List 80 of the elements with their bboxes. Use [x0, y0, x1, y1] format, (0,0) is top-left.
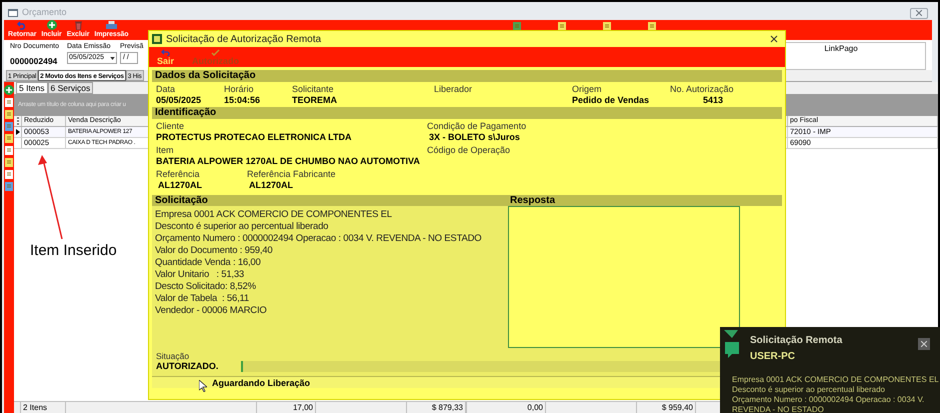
field-value: AL1270AL	[158, 180, 202, 191]
section-header: Identificação	[152, 107, 782, 119]
row-pointer-icon	[16, 129, 20, 135]
field-value: PROTECTUS PROTECAO ELETRONICA LTDA	[156, 132, 352, 143]
request-line: Valor de Tabela : 56,11	[155, 293, 249, 305]
undo-icon	[161, 49, 170, 56]
total-cell: $ 959,40	[636, 402, 696, 413]
field-label: Origem	[572, 84, 602, 95]
host-name: USER-PC	[750, 351, 796, 363]
field-label: Liberador	[434, 84, 472, 95]
column-menu-icon[interactable]	[14, 116, 22, 126]
field-label: Item	[156, 145, 174, 156]
total-cell: $ 879,33	[406, 402, 466, 413]
field-value: 15:04:56	[224, 95, 260, 106]
field-label: Referência	[156, 169, 200, 180]
field-label: Horário	[224, 84, 254, 95]
request-line: Valor Unitario : 51,33	[155, 269, 244, 281]
request-line: Desconto é superior ao percentual liberado	[155, 221, 328, 233]
document-icon[interactable]	[5, 146, 13, 155]
field-value: 3X - BOLETO s\Juros	[429, 132, 520, 143]
undo-icon	[17, 21, 28, 30]
window-title: Orçamento	[22, 6, 67, 20]
request-line: Vendedor - 00006 MARCIO	[155, 305, 267, 317]
tab[interactable]: 6 Serviços	[48, 82, 94, 94]
document-icon[interactable]	[5, 158, 13, 167]
field-label: Situação	[156, 351, 190, 361]
document-icon[interactable]	[5, 134, 13, 143]
window-title: Solicitação de Autorização Remota	[166, 32, 322, 46]
request-line: Descto Solicitado: 8,52%	[155, 281, 256, 293]
response-field[interactable]	[508, 206, 740, 348]
field-value: Pedido de Vendas	[572, 95, 650, 106]
document-number: 0000002494	[10, 55, 58, 67]
tab[interactable]: 5 Itens	[16, 82, 48, 94]
field-value: BATERIA ALPOWER 1270AL DE CHUMBO NAO AUTOMOTIVA	[156, 156, 420, 167]
close-icon	[916, 10, 922, 16]
request-line: Valor do Documento : 959,40	[155, 245, 272, 257]
field-label: Data	[156, 84, 176, 95]
section-header: Resposta	[509, 195, 556, 206]
field-value: AUTORIZADO.	[156, 361, 220, 372]
item-count: 2 Itens	[20, 402, 66, 413]
document-icon[interactable]	[5, 170, 13, 179]
status-text: Aguardando Liberação	[212, 377, 310, 388]
field-label: Referência Fabricante	[247, 169, 336, 180]
notification-line: REVENDA - NO ESTADO	[732, 405, 824, 413]
field-label: LinkPago	[824, 43, 858, 55]
field-label: Cliente	[156, 121, 184, 132]
field-value: TEOREMA	[292, 95, 337, 106]
trash-icon	[74, 20, 83, 30]
notification-line: Desconto é superior ao percentual liberado	[732, 385, 885, 395]
request-line: Orçamento Numero : 0000002494 Operacao : 0034 V. REVENDA - NO ESTADO	[155, 233, 482, 245]
check-icon	[211, 49, 220, 56]
field-value: 5413	[703, 95, 724, 106]
close-icon	[921, 341, 927, 347]
section-header: Solicitação	[154, 195, 209, 206]
close-icon	[770, 35, 778, 43]
notification-line: Empresa 0001 ACK COMERCIO DE COMPONENTES EL	[732, 375, 939, 385]
plus-icon	[46, 20, 57, 30]
document-icon[interactable]	[5, 182, 13, 191]
field-value: AL1270AL	[249, 180, 294, 191]
printer-icon	[106, 21, 117, 30]
total-cell: 0,00	[466, 402, 546, 413]
help-icon	[724, 342, 740, 358]
field-label: Solicitante	[292, 84, 334, 95]
cursor-icon	[199, 380, 207, 392]
field-label: No. Autorização	[670, 84, 734, 95]
field-label: Condição de Pagamento	[427, 121, 526, 132]
document-icon[interactable]	[5, 98, 13, 107]
field-label: Código de Operação	[427, 145, 510, 156]
notification-line: Orçamento Numero : 0000002494 Operacao : 0034 V.	[732, 395, 924, 405]
field-value: 05/05/2025	[156, 95, 202, 106]
notification-title: Solicitação Remota	[750, 335, 842, 347]
app-icon	[152, 34, 162, 44]
logo-icon	[724, 330, 738, 338]
request-line: Quantidade Venda : 16,00	[155, 257, 261, 269]
window-icon	[8, 9, 18, 17]
request-line: Empresa 0001 ACK COMERCIO DE COMPONENTES EL	[155, 209, 392, 221]
section-header: Dados da Solicitação	[152, 70, 782, 82]
caret-icon	[110, 56, 115, 60]
plus-icon	[4, 85, 14, 95]
total-cell: 17,00	[256, 402, 316, 413]
